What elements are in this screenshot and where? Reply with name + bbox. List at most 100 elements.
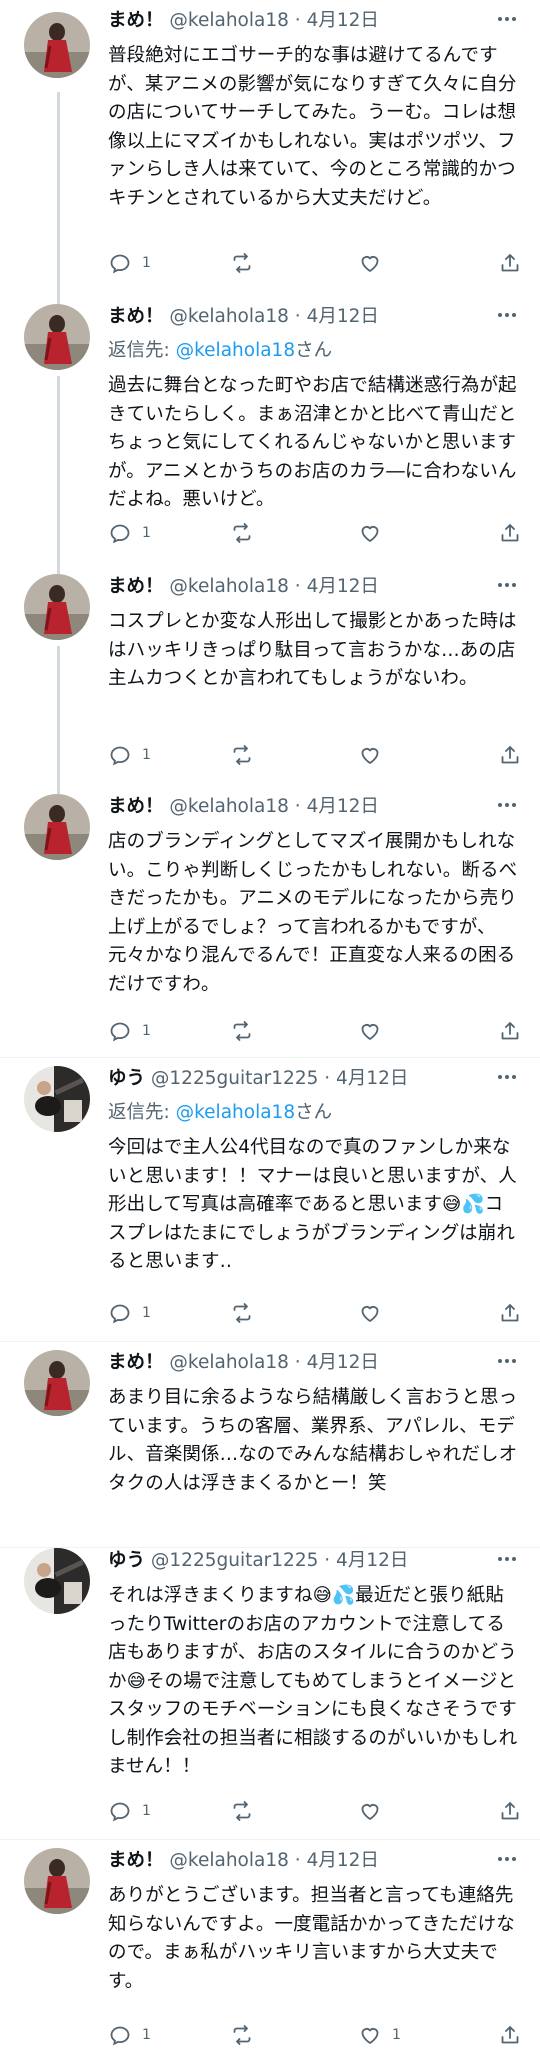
display-name[interactable]: まめ！ (108, 1850, 164, 1871)
share-button[interactable] (498, 1298, 522, 1328)
tweet[interactable]: まめ！ @kelahola18 · 4月12日 店のブランディングとしてマズイ展… (0, 786, 540, 1058)
share-button[interactable] (498, 1016, 522, 1046)
like-button[interactable] (358, 248, 392, 278)
like-button[interactable] (358, 518, 392, 548)
tweet-header: まめ！ @kelahola18 · 4月12日 (108, 574, 516, 600)
like-button[interactable] (358, 740, 392, 770)
retweet-button[interactable] (230, 2020, 254, 2050)
replying-to-mention[interactable]: @kelahola18 (176, 340, 295, 361)
tweet-date[interactable]: 4月12日 (307, 306, 379, 327)
tweet[interactable]: まめ！ @kelahola18 · 4月12日 コスプレとか変な人形出して撮影と… (0, 566, 540, 786)
display-name[interactable]: まめ！ (108, 796, 164, 817)
tweet[interactable]: ゆう @1225guitar1225 · 4月12日 返信先: @kelahol… (0, 1058, 540, 1342)
heart-icon (361, 526, 379, 542)
avatar[interactable] (24, 1848, 90, 1914)
more-options-icon[interactable] (486, 302, 516, 328)
tweet-date[interactable]: 4月12日 (307, 1352, 379, 1373)
more-options-icon[interactable] (486, 6, 516, 32)
replying-to-mention[interactable]: @kelahola18 (176, 1102, 295, 1123)
like-button[interactable] (358, 1298, 392, 1328)
retweet-button[interactable] (230, 518, 254, 548)
reply-button[interactable]: 1 (108, 1796, 151, 1826)
thread-line (57, 376, 60, 566)
display-name[interactable]: ゆう (108, 1068, 145, 1089)
tweet-text: ありがとうございます。担当者と言っても連絡先知らないんですよ。一度電話かかってき… (108, 1885, 515, 1992)
share-button[interactable] (498, 740, 522, 770)
share-button[interactable] (498, 1796, 522, 1826)
display-name[interactable]: まめ！ (108, 306, 164, 327)
share-icon (501, 524, 519, 542)
user-handle[interactable]: @1225guitar1225 (151, 1550, 318, 1571)
tweet-date[interactable]: 4月12日 (307, 796, 379, 817)
share-button[interactable] (498, 248, 522, 278)
like-button[interactable] (358, 1016, 392, 1046)
user-handle[interactable]: @kelahola18 (169, 576, 288, 597)
avatar[interactable] (24, 1548, 90, 1614)
share-icon (501, 1022, 519, 1040)
like-button[interactable] (358, 1796, 392, 1826)
tweet-date[interactable]: 4月12日 (336, 1550, 408, 1571)
reply-button[interactable]: 1 (108, 1016, 151, 1046)
user-handle[interactable]: @kelahola18 (169, 1850, 288, 1871)
tweet[interactable]: まめ！ @kelahola18 · 4月12日 返信先: @kelahola18… (0, 296, 540, 566)
avatar-red-figure-image (24, 12, 90, 78)
tweet-date[interactable]: 4月12日 (336, 1068, 408, 1089)
user-handle[interactable]: @kelahola18 (169, 10, 288, 31)
more-options-icon[interactable] (486, 572, 516, 598)
tweet-text: それは浮きまくりますね😅💦最近だと張り紙貼ったりTwitterのお店のアカウント… (108, 1585, 518, 1777)
retweet-button[interactable] (230, 1298, 254, 1328)
like-count: 1 (392, 2027, 401, 2043)
reply-button[interactable]: 1 (108, 1298, 151, 1328)
retweet-button[interactable] (230, 740, 254, 770)
tweet-date[interactable]: 4月12日 (307, 1850, 379, 1871)
reply-button[interactable]: 1 (108, 518, 151, 548)
more-options-icon[interactable] (486, 1348, 516, 1374)
more-options-icon[interactable] (486, 1546, 516, 1572)
avatar[interactable] (24, 12, 90, 78)
like-button[interactable]: 1 (358, 2020, 401, 2050)
avatar[interactable] (24, 1066, 90, 1132)
reply-button[interactable]: 1 (108, 2020, 151, 2050)
user-handle[interactable]: @kelahola18 (169, 1352, 288, 1373)
user-handle[interactable]: @1225guitar1225 (151, 1068, 318, 1089)
more-options-icon[interactable] (486, 1846, 516, 1872)
more-options-icon[interactable] (486, 792, 516, 818)
tweet-date[interactable]: 4月12日 (307, 576, 379, 597)
share-button[interactable] (498, 2020, 522, 2050)
reply-icon (110, 1304, 130, 1324)
retweet-button[interactable] (230, 1016, 254, 1046)
display-name[interactable]: まめ！ (108, 10, 164, 31)
reply-button[interactable]: 1 (108, 248, 151, 278)
retweet-button[interactable] (230, 248, 254, 278)
share-button[interactable] (498, 518, 522, 548)
tweet[interactable]: まめ！ @kelahola18 · 4月12日 普段絶対にエゴサーチ的な事は避け… (0, 0, 540, 296)
avatar[interactable] (24, 304, 90, 370)
reply-icon (110, 1022, 130, 1042)
user-handle[interactable]: @kelahola18 (169, 306, 288, 327)
display-name[interactable]: まめ！ (108, 576, 164, 597)
tweet-date[interactable]: 4月12日 (307, 10, 379, 31)
tweet-text: 店のブランディングとしてマズイ展開かもしれない。こりゃ判断しくじったかもしれない… (108, 831, 518, 995)
display-name[interactable]: まめ！ (108, 1352, 164, 1373)
tweet-thread: まめ！ @kelahola18 · 4月12日 普段絶対にエゴサーチ的な事は避け… (0, 0, 540, 2063)
more-options-icon[interactable] (486, 1064, 516, 1090)
tweet[interactable]: まめ！ @kelahola18 · 4月12日 ありがとうございます。担当者と言… (0, 1840, 540, 2063)
avatar-red-figure-image (24, 1350, 90, 1416)
reply-button[interactable]: 1 (108, 740, 151, 770)
user-handle[interactable]: @kelahola18 (169, 796, 288, 817)
avatar[interactable] (24, 794, 90, 860)
heart-icon (361, 2028, 379, 2044)
replying-to-label: 返信先: (108, 340, 176, 361)
reply-count: 1 (142, 1305, 151, 1321)
heart-icon (361, 256, 379, 272)
tweet-header: ゆう @1225guitar1225 · 4月12日 (108, 1066, 516, 1092)
avatar[interactable] (24, 574, 90, 640)
retweet-icon (233, 1801, 251, 1821)
avatar[interactable] (24, 1350, 90, 1416)
separator-dot: · (294, 576, 301, 597)
tweet[interactable]: ゆう @1225guitar1225 · 4月12日 それは浮きまくりますね😅💦… (0, 1548, 540, 1840)
avatar-guitar-image (24, 1548, 90, 1614)
tweet[interactable]: まめ！ @kelahola18 · 4月12日 あまり目に余るようなら結構厳しく… (0, 1342, 540, 1548)
retweet-button[interactable] (230, 1796, 254, 1826)
display-name[interactable]: ゆう (108, 1550, 145, 1571)
